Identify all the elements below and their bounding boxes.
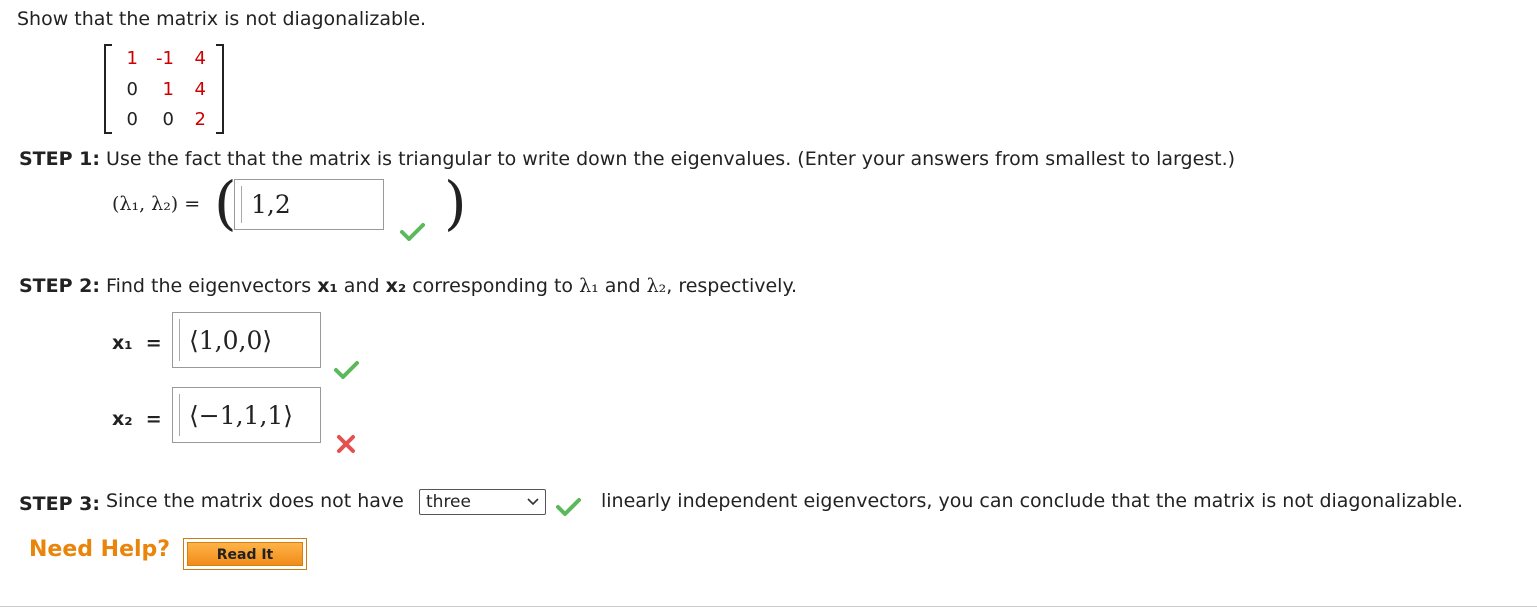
eigenvalue-lhs: (λ₁, λ₂) = [112, 193, 201, 215]
step1-label: STEP 1: [19, 148, 100, 170]
matrix: 1 -1 4 0 1 4 0 0 2 [104, 44, 224, 134]
check-icon [400, 223, 425, 241]
eigenvector-x2-input[interactable]: ⟨−1,1,1⟩ [172, 387, 321, 443]
step2-label: STEP 2: [19, 275, 100, 297]
step2-text: corresponding to [406, 275, 580, 297]
x1-symbol: x₁ [317, 275, 338, 297]
x2-symbol: x₂ [385, 275, 407, 297]
step1-text: Use the fact that the matrix is triangul… [106, 148, 1236, 170]
matrix-cell: 1 [162, 79, 174, 100]
step3-text-before: Since the matrix does not have [106, 490, 404, 512]
x1-lhs: x₁ = [112, 332, 162, 354]
matrix-cell: -1 [156, 48, 174, 69]
step2-text: Find the eigenvectors [106, 275, 318, 297]
x-mark-icon [337, 435, 355, 453]
step2-text: and [337, 275, 386, 297]
chevron-down-icon [527, 498, 539, 506]
independent-count-select[interactable]: three [419, 489, 546, 515]
problem-prompt: Show that the matrix is not diagonalizab… [17, 8, 427, 30]
lambda2-symbol: λ₂ [646, 275, 667, 297]
read-it-label: Read It [187, 542, 303, 566]
step3-label-row: STEP 3: [19, 493, 100, 515]
step2-text: , respectively. [666, 275, 798, 297]
divider [0, 606, 1537, 607]
step3-text-after: linearly independent eigenvectors, you c… [601, 490, 1464, 512]
step2-instruction: STEP 2: Find the eigenvectors x₁ and x₂ … [19, 275, 797, 297]
matrix-cell: 4 [194, 48, 206, 69]
eigenvector-x1-input[interactable]: ⟨1,0,0⟩ [172, 312, 321, 368]
matrix-cell: 2 [194, 109, 206, 130]
check-icon [556, 498, 581, 516]
step3-label: STEP 3: [19, 493, 100, 515]
step2-text: and [598, 275, 647, 297]
matrix-cell: 1 [126, 48, 138, 69]
matrix-cell: 0 [162, 109, 174, 130]
eigenvalues-input[interactable]: 1,2 [234, 179, 384, 230]
check-icon [334, 361, 359, 379]
close-paren: ) [444, 169, 467, 237]
lambda1-symbol: λ₁ [579, 275, 599, 297]
select-value: three [426, 492, 471, 512]
matrix-cell: 0 [126, 79, 138, 100]
read-it-button[interactable]: Read It [183, 538, 307, 570]
step1-instruction: STEP 1: Use the fact that the matrix is … [19, 148, 1235, 170]
need-help-label: Need Help? [29, 537, 171, 562]
matrix-cell: 4 [194, 79, 206, 100]
matrix-cell: 0 [126, 109, 138, 130]
x2-lhs: x₂ = [112, 408, 162, 430]
